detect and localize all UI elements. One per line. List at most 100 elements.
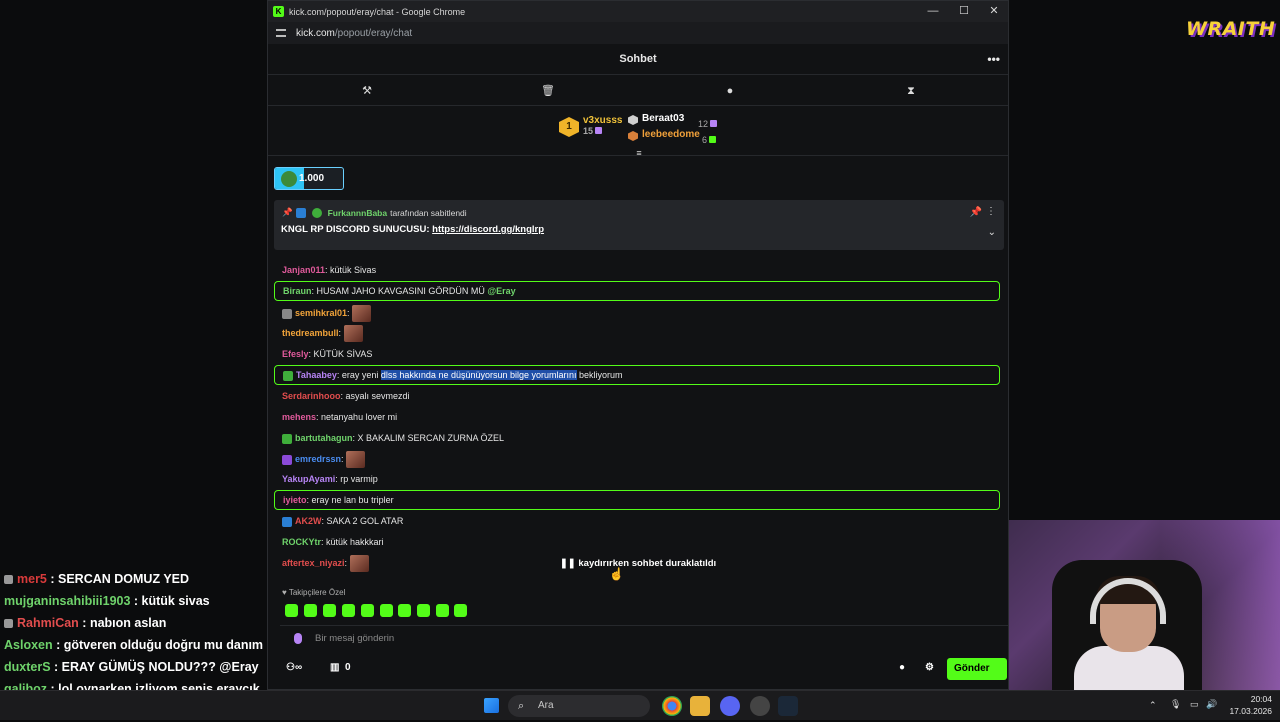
overlay-message: kütük sivas: [141, 594, 210, 608]
emote-image: [343, 325, 363, 343]
chat-username[interactable]: aftertex_niyazi: [282, 558, 345, 568]
chrome-icon[interactable]: [662, 696, 682, 716]
clock-date: 17.03.2026: [1229, 706, 1272, 716]
chat-username[interactable]: ROCKYtr: [282, 537, 321, 547]
url-path: /popout/eray/chat: [334, 27, 413, 39]
leaderboard-first[interactable]: v3xusss 15: [583, 115, 622, 137]
chat-message[interactable]: Janjan011: kütük Sivas: [274, 260, 1000, 280]
windows-start-icon[interactable]: [484, 698, 499, 713]
speaker-icon[interactable]: 🔊: [1206, 699, 1217, 710]
selected-text: dlss hakkında ne düşünüyorsun bilge yoru…: [380, 370, 577, 380]
chat-message[interactable]: mehens: netanyahu lover mi: [274, 407, 1000, 427]
chevron-up-icon[interactable]: ⌃: [1149, 700, 1157, 711]
emote-5[interactable]: [361, 604, 374, 617]
chat-text: KÜTÜK SİVAS: [313, 349, 373, 359]
mic-icon[interactable]: [294, 633, 302, 644]
address-bar[interactable]: kick.com /popout/eray/chat: [268, 22, 1008, 44]
chat-message[interactable]: bartutahagun: X BAKALIM SERCAN ZURNA ÖZE…: [274, 428, 1000, 448]
chat-message[interactable]: Biraun: HUSAM JAHO KAVGASINI GÖRDÜN MÜ @…: [274, 281, 1000, 301]
overlay-username: Asloxen: [4, 638, 53, 652]
maximize-button[interactable]: ☐: [949, 1, 979, 22]
app-icon[interactable]: [750, 696, 770, 716]
chat-message[interactable]: emredrssn:: [274, 449, 1000, 469]
chat-settings-bubble-icon[interactable]: ●: [899, 662, 905, 673]
minimize-button[interactable]: —: [918, 1, 948, 22]
trash-icon[interactable]: 🗑: [540, 83, 556, 99]
colon: :: [344, 558, 350, 568]
emote-1[interactable]: [285, 604, 298, 617]
emote-3[interactable]: [323, 604, 336, 617]
chat-paused-banner[interactable]: ❚❚ kaydırırken sohbet duraklatıldı: [556, 554, 720, 574]
chat-username[interactable]: Biraun: [283, 286, 312, 296]
pinned-by-text: tarafından sabitlendi: [390, 207, 467, 218]
chat-message[interactable]: YakupAyami: rp varmip: [274, 469, 1000, 489]
site-info-icon[interactable]: [276, 29, 286, 37]
chevron-down-icon[interactable]: ⌄: [988, 227, 996, 238]
emote-10[interactable]: [454, 604, 467, 617]
mod-badge-icon: [295, 207, 306, 218]
chat-username[interactable]: AK2W: [295, 516, 322, 526]
chat-username[interactable]: semihkral01: [295, 308, 347, 318]
emote-4[interactable]: [342, 604, 355, 617]
leaderboard-first-count: 15: [583, 126, 594, 136]
user-badge-icon: [283, 370, 293, 381]
hourglass-icon[interactable]: ⧗: [903, 83, 919, 99]
emote-2[interactable]: [304, 604, 317, 617]
chat-message[interactable]: thedreambull:: [274, 323, 1000, 343]
chat-username[interactable]: Tahaabey: [296, 370, 337, 380]
unpin-icon[interactable]: 📌: [970, 207, 982, 218]
chat-username[interactable]: Serdarinhooo: [282, 391, 341, 401]
leaderboard-third-name[interactable]: leebeedome: [642, 129, 700, 140]
file-explorer-icon[interactable]: [690, 696, 710, 716]
taskbar-search-label: Ara: [538, 700, 554, 711]
overlay-message: ERAY GÜMÜŞ NOLDU??? @Eray: [61, 660, 259, 674]
chat-username[interactable]: emredrssn: [295, 454, 341, 464]
chat-username[interactable]: thedreambull: [282, 328, 339, 338]
microphone-icon[interactable]: 🎙: [1170, 699, 1181, 710]
sub-badge-icon: [311, 207, 322, 218]
infinity-icon[interactable]: ⚇∞: [286, 662, 302, 673]
emote-8[interactable]: [417, 604, 430, 617]
more-options-icon[interactable]: •••: [987, 44, 1000, 75]
chat-message[interactable]: Tahaabey: eray yeni dlss hakkında ne düş…: [274, 365, 1000, 385]
emote-6[interactable]: [380, 604, 393, 617]
display-icon[interactable]: ▭: [1190, 699, 1199, 710]
chat-message[interactable]: Serdarinhooo: asyalı sevmezdi: [274, 386, 1000, 406]
send-button[interactable]: Gönder: [947, 658, 1007, 680]
goal-progress[interactable]: 1.000: [274, 167, 344, 190]
mention[interactable]: @Eray: [487, 286, 515, 296]
chat-username[interactable]: Janjan011: [282, 265, 325, 275]
emote-9[interactable]: [436, 604, 449, 617]
chat-footer: ⚇∞ ▥ 0 ● ⚙ Gönder: [268, 656, 1008, 682]
gear-icon[interactable]: ⚙: [925, 662, 934, 673]
steam-icon[interactable]: [778, 696, 798, 716]
chat-message[interactable]: semihkral01:: [274, 303, 1000, 323]
chat-username[interactable]: YakupAyami: [282, 474, 335, 484]
overlay-username: duxterS: [4, 660, 51, 674]
close-button[interactable]: ✕: [979, 1, 1009, 22]
chat-username[interactable]: mehens: [282, 412, 316, 422]
discord-icon[interactable]: [720, 696, 740, 716]
emote-image: [352, 305, 372, 323]
clock[interactable]: 20:04 17.03.2026: [1226, 693, 1272, 717]
emote-7[interactable]: [398, 604, 411, 617]
chat-message[interactable]: AK2W: SAKA 2 GOL ATAR: [274, 511, 1000, 531]
hammer-icon[interactable]: ⚒: [359, 83, 375, 99]
chat-username[interactable]: iyieto: [283, 495, 307, 505]
pinned-link[interactable]: https://discord.gg/knglrp: [432, 224, 544, 235]
overlay-separator: :: [78, 616, 90, 630]
chat-username[interactable]: bartutahagun: [295, 433, 353, 443]
taskbar-search[interactable]: ⌕ Ara: [508, 695, 650, 717]
collapse-leaderboard-icon[interactable]: ≡: [634, 148, 644, 158]
chat-input[interactable]: Bir mesaj gönderin: [280, 625, 1008, 651]
chat-bubble-icon[interactable]: ●: [722, 83, 738, 99]
pinned-more-icon[interactable]: ⋮: [986, 206, 996, 217]
chat-message[interactable]: ROCKYtr: kütük hakkkari: [274, 532, 1000, 552]
gift-box-icon[interactable]: ▥: [330, 662, 339, 673]
chat-messages: Janjan011: kütük Sivas Biraun: HUSAM JAHO…: [274, 250, 1004, 575]
leaderboard-second-name[interactable]: Beraat03: [642, 113, 684, 124]
chat-username[interactable]: Efesly: [282, 349, 309, 359]
chat-message[interactable]: Efesly: KÜTÜK SİVAS: [274, 344, 1000, 364]
pinned-by-user[interactable]: FurkannnBaba: [328, 208, 388, 218]
chat-message[interactable]: iyieto: eray ne lan bu tripler: [274, 490, 1000, 510]
